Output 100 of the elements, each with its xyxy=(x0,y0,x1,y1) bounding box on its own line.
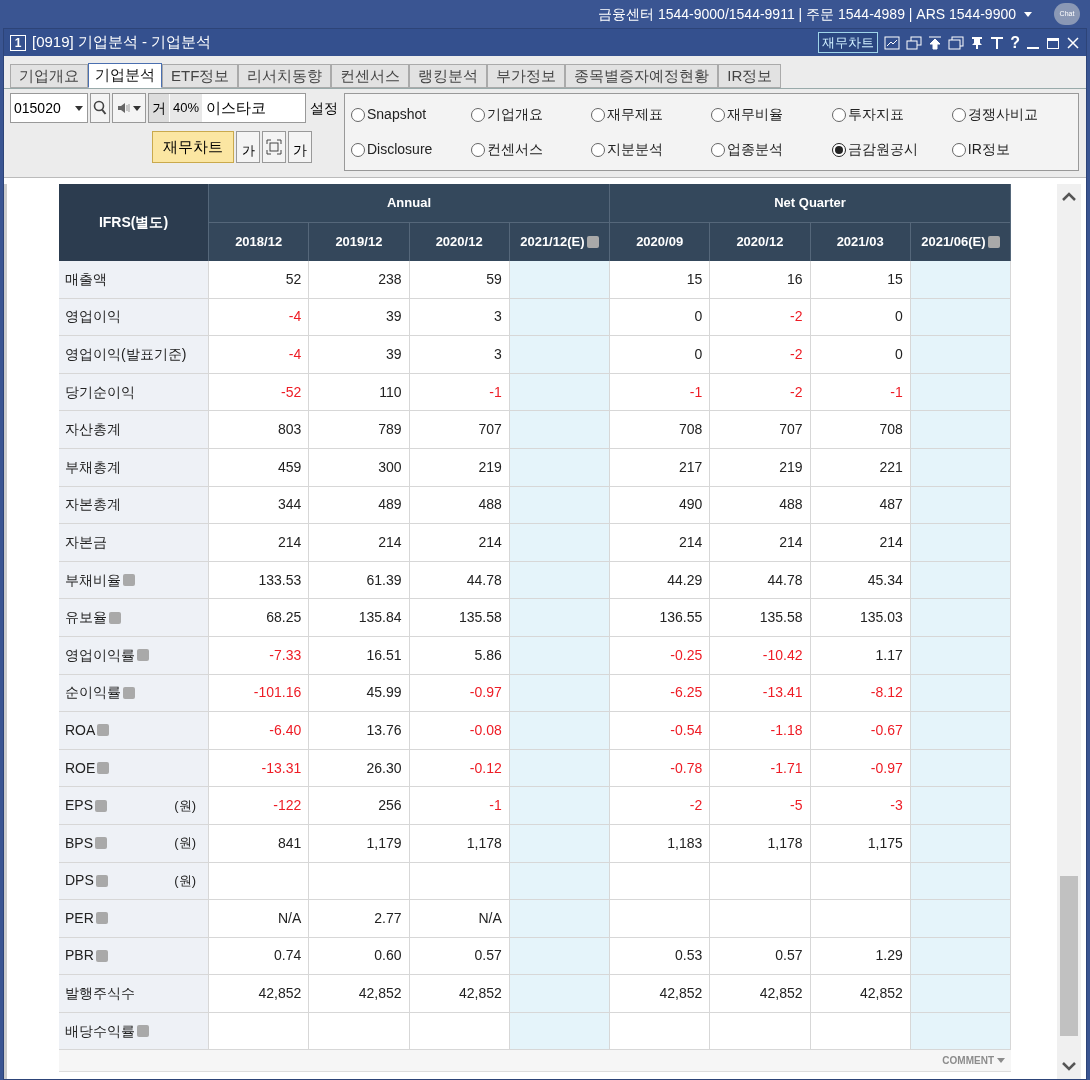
radio-button[interactable] xyxy=(831,107,846,122)
radio-button[interactable] xyxy=(951,107,966,122)
row-label: 유보율 xyxy=(65,608,107,628)
radio-button[interactable] xyxy=(711,107,726,122)
row-label: 순이익률 xyxy=(65,683,121,703)
option-label[interactable]: 컨센서스 xyxy=(487,139,544,160)
row-label: 영업이익률 xyxy=(65,645,135,665)
option-label[interactable]: 금감원공시 xyxy=(847,139,918,160)
font-decrease-button[interactable]: 가 xyxy=(236,131,260,163)
option-label[interactable]: Disclosure xyxy=(367,139,433,160)
stock-code-field[interactable]: 015020 xyxy=(10,93,88,123)
tab[interactable]: 종목별증자예정현황 xyxy=(565,64,719,88)
radio-button[interactable] xyxy=(351,142,365,157)
tab[interactable]: IR정보 xyxy=(718,64,782,88)
search-button[interactable] xyxy=(90,93,110,123)
column-header: 2021/03 xyxy=(836,233,884,252)
unit-label: (원) xyxy=(174,796,196,815)
column-header: 2018/12 xyxy=(235,233,283,252)
windows-icon[interactable] xyxy=(906,35,923,50)
financial-chart-button[interactable]: 재무차트 xyxy=(152,131,234,163)
font-increase-button[interactable]: 가 xyxy=(288,131,312,163)
row-label: 자산총계 xyxy=(65,420,121,440)
row-label: PER xyxy=(65,908,94,928)
caret-icon[interactable] xyxy=(75,105,83,111)
caret-icon[interactable] xyxy=(1024,11,1032,17)
settings-label[interactable]: 설정 xyxy=(310,97,338,119)
row-label: PBR xyxy=(65,946,94,966)
option-label[interactable]: 업종분석 xyxy=(727,139,784,160)
radio-button[interactable] xyxy=(471,142,486,157)
row-label: 영업이익(발표기준) xyxy=(65,345,187,364)
row-label: ROE xyxy=(65,758,96,778)
scroll-down-icon[interactable] xyxy=(1062,1061,1076,1071)
chart-button[interactable]: 재무차트 xyxy=(818,31,879,54)
column-header: 2021/06(E) xyxy=(921,233,986,252)
group-header: Annual xyxy=(209,184,610,223)
help-icon[interactable] xyxy=(987,236,1000,248)
market-label: 거 xyxy=(149,94,169,122)
restore-icon[interactable] xyxy=(948,35,965,50)
caret-icon[interactable] xyxy=(133,105,141,111)
option-label[interactable]: 기업개요 xyxy=(487,104,544,125)
row-label: 발행주식수 xyxy=(65,984,135,1004)
row-label: 부채비율 xyxy=(65,570,121,590)
row-label: 당기순이익 xyxy=(65,382,135,402)
row-label: ROA xyxy=(65,720,96,740)
radio-button[interactable] xyxy=(711,142,726,157)
column-header: 2020/12 xyxy=(435,233,483,252)
contact-info: 금융센터 1544-9000/1544-9911 | 주문 1544-4989 | ARS 1544-9900 xyxy=(598,4,1016,24)
search-icon[interactable] xyxy=(93,100,107,116)
radio-button[interactable] xyxy=(951,142,966,157)
pin-icon[interactable] xyxy=(970,35,985,50)
column-header: 2021/12(E) xyxy=(520,233,585,252)
chart-icon[interactable] xyxy=(884,35,901,50)
tab[interactable]: 리서치동향 xyxy=(238,64,332,88)
radio-button[interactable] xyxy=(591,142,606,157)
radio-button[interactable] xyxy=(351,107,365,122)
unit-label: (원) xyxy=(174,834,196,853)
radio-button[interactable] xyxy=(591,107,606,122)
option-label[interactable]: 경쟁사비교 xyxy=(967,104,1038,125)
help-button[interactable]: ? xyxy=(1010,30,1020,55)
column-header: 2020/09 xyxy=(636,233,684,252)
row-label: 자본총계 xyxy=(65,495,121,515)
option-label[interactable]: 투자지표 xyxy=(847,104,904,125)
help-icon[interactable] xyxy=(586,236,599,248)
text-size-icon[interactable] xyxy=(990,35,1005,50)
option-label[interactable]: 재무제표 xyxy=(607,104,664,125)
unit-label: (원) xyxy=(174,872,196,891)
window-number: 1 xyxy=(10,34,26,51)
close-icon[interactable] xyxy=(1066,35,1080,50)
ratio-label: 40% xyxy=(170,94,203,122)
row-label: 부채총계 xyxy=(65,457,121,477)
radio-button[interactable] xyxy=(471,107,486,122)
column-header: 2019/12 xyxy=(335,233,383,252)
tab[interactable]: 기업개요 xyxy=(10,64,88,88)
scrollbar[interactable] xyxy=(1057,184,1081,1079)
window-title: [0919] 기업분석 - 기업분석 xyxy=(32,32,212,53)
scroll-up-icon[interactable] xyxy=(1062,192,1076,202)
row-label: 자본금 xyxy=(65,532,107,552)
upload-icon[interactable] xyxy=(928,35,943,50)
option-label[interactable]: 지분분석 xyxy=(607,139,664,160)
row-label: 배당수익률 xyxy=(65,1021,135,1041)
tab[interactable]: 부가정보 xyxy=(487,64,566,88)
speaker-button[interactable] xyxy=(112,93,146,123)
fit-icon[interactable] xyxy=(266,139,282,155)
row-label: 매출액 xyxy=(65,269,107,289)
tab[interactable]: 컨센서스 xyxy=(331,64,410,88)
fit-button[interactable] xyxy=(262,131,286,163)
row-label: BPS xyxy=(65,833,93,853)
option-label[interactable]: 재무비율 xyxy=(727,104,784,125)
radio-button[interactable] xyxy=(831,142,846,157)
option-label[interactable]: Snapshot xyxy=(367,104,427,125)
tab[interactable]: ETF정보 xyxy=(162,64,239,88)
tab[interactable]: 기업분석 xyxy=(88,63,162,88)
option-label[interactable]: IR정보 xyxy=(967,139,1010,160)
row-label: DPS xyxy=(65,871,94,891)
stock-name: 이스타코 xyxy=(205,97,268,118)
speaker-icon[interactable] xyxy=(117,101,131,115)
tab[interactable]: 랭킹분석 xyxy=(409,64,488,88)
scroll-thumb[interactable] xyxy=(1060,876,1078,1036)
row-label: EPS xyxy=(65,796,93,816)
group-header: Net Quarter xyxy=(610,184,1011,223)
